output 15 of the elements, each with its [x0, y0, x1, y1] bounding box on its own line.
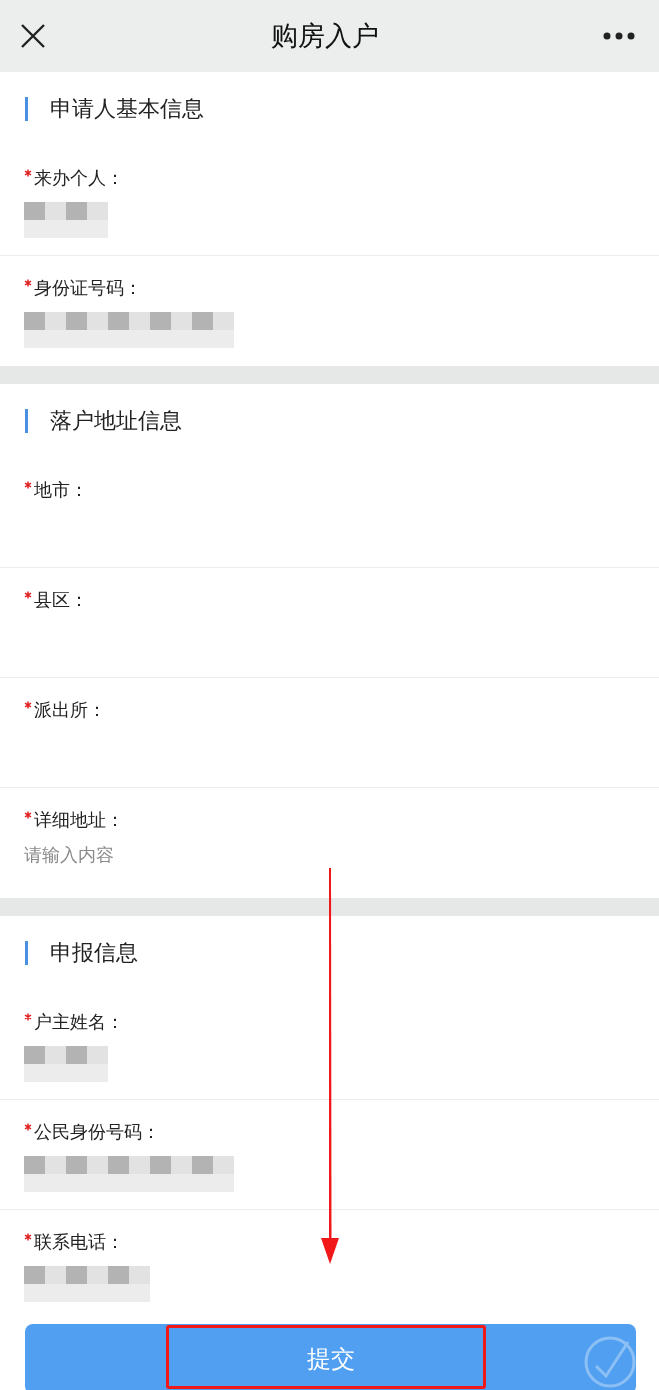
submit-button[interactable]: 提交 — [25, 1324, 636, 1390]
field-label: 户主姓名： — [34, 1010, 124, 1034]
field-label: 联系电话： — [34, 1230, 124, 1254]
section-title: 落户地址信息 — [50, 407, 182, 435]
field-label: 身份证号码： — [34, 276, 142, 300]
field-label: 来办个人： — [34, 166, 124, 190]
input-field[interactable]: 请输入内容 — [24, 844, 324, 865]
field-label: 地市： — [34, 478, 88, 502]
page-title: 购房入户 — [270, 19, 379, 53]
field-label: 派出所： — [34, 698, 106, 722]
field-label: 县区： — [34, 588, 88, 612]
field-label: 公民身份号码： — [34, 1120, 160, 1144]
section-title: 申请人基本信息 — [50, 95, 204, 123]
field-label: 详细地址： — [34, 808, 124, 832]
section-title: 申报信息 — [50, 939, 138, 967]
